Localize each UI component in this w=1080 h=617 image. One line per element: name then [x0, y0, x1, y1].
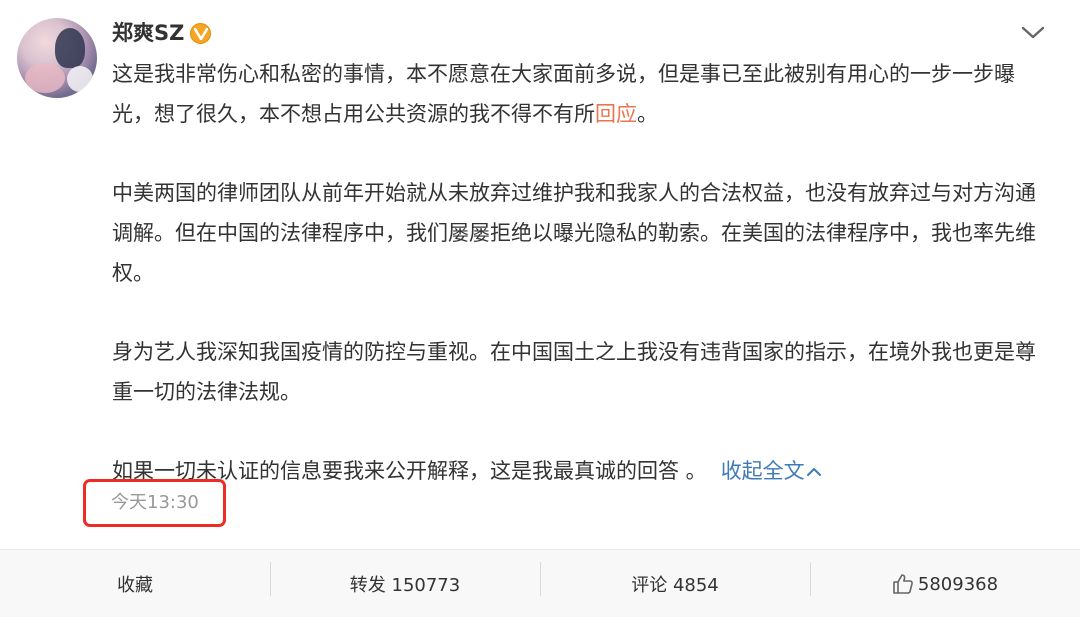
author-name-row: 郑爽SZ: [112, 19, 212, 47]
comment-label: 评论 4854: [631, 575, 719, 596]
response-link[interactable]: 回应: [595, 102, 637, 126]
action-bar: 收藏 转发 150773 评论 4854 5809368: [0, 549, 1080, 617]
paragraph-2: 中美两国的律师团队从前年开始就从未放弃过维护我和我家人的合法权益，也没有放弃过与…: [112, 181, 1036, 285]
paragraph-1: 这是我非常伤心和私密的事情，本不愿意在大家面前多说，但是事已至此被别有用心的一步…: [112, 62, 1015, 126]
paragraph-3: 身为艺人我深知我国疫情的防控与重视。在中国国土之上我没有违背国家的指示，在境外我…: [112, 340, 1036, 404]
like-button[interactable]: 5809368: [810, 550, 1080, 617]
repost-label: 转发 150773: [349, 575, 461, 596]
weibo-post: 郑爽SZ 这是我非常伤心和私密的事情，本不愿意在大家面前多说，但是事已至此被别有…: [0, 0, 1080, 617]
favorite-label: 收藏: [117, 575, 153, 596]
repost-button[interactable]: 转发 150773: [270, 550, 540, 617]
chevron-up-icon: [805, 452, 823, 492]
comment-button[interactable]: 评论 4854: [540, 550, 810, 617]
collapse-full-text-link[interactable]: 收起全文: [721, 459, 823, 483]
thumbs-up-icon: [892, 573, 914, 595]
more-options-chevron-down-icon[interactable]: [1020, 22, 1046, 44]
paragraph-4: 如果一切未认证的信息要我来公开解释，这是我最真诚的回答 。收起全文: [112, 451, 1042, 492]
favorite-button[interactable]: 收藏: [0, 550, 270, 617]
post-timestamp[interactable]: 今天13:30: [111, 491, 199, 515]
like-count: 5809368: [917, 573, 999, 595]
avatar[interactable]: [17, 18, 97, 98]
author-name[interactable]: 郑爽SZ: [112, 19, 184, 47]
verified-v-icon: [190, 22, 212, 44]
post-content: 这是我非常伤心和私密的事情，本不愿意在大家面前多说，但是事已至此被别有用心的一步…: [112, 54, 1042, 492]
